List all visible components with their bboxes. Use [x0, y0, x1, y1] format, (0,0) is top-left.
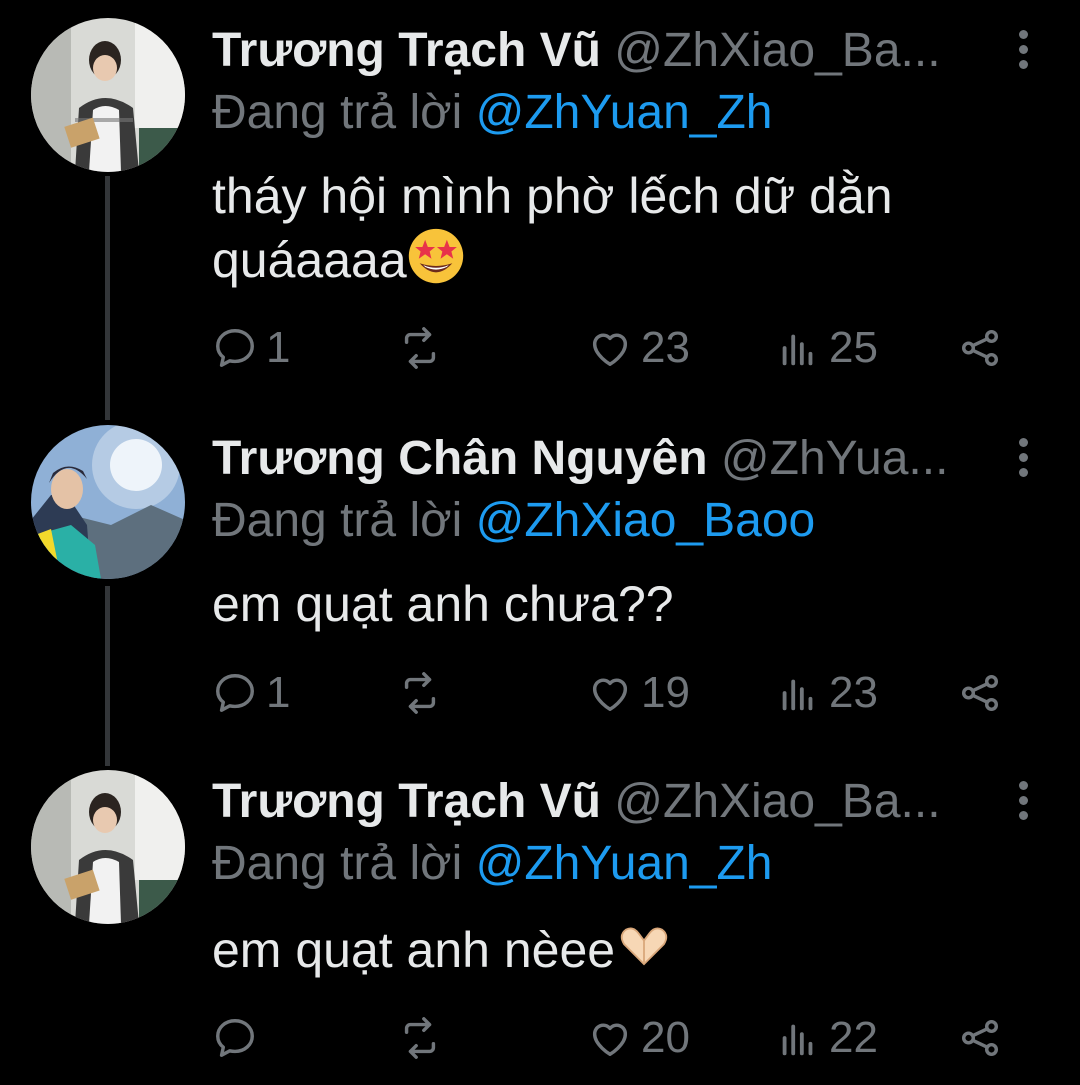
reply-mention-link[interactable]: @ZhYuan_Zh	[476, 86, 773, 139]
tweet-header: Trương Chân Nguyên @ZhYua...	[212, 430, 1040, 488]
user-handle[interactable]: @ZhYua...	[721, 432, 949, 485]
retweet-icon	[404, 672, 436, 714]
like-count: 20	[641, 1013, 690, 1062]
heart-icon	[592, 1023, 628, 1057]
reply-icon	[216, 329, 254, 367]
tweet-text-content: em quạt anh chưa??	[212, 576, 674, 632]
like-count: 19	[641, 668, 690, 717]
reply-prefix: Đang trả lời	[212, 494, 463, 547]
reply-button[interactable]	[212, 1008, 266, 1068]
tweet-text: tháy hội mình phờ lếch dữ dằn quáaaaa	[212, 165, 1012, 291]
tweet-text: em quạt anh nèee	[212, 917, 1012, 981]
views-button[interactable]: 23	[775, 663, 878, 723]
tweet-actions: 1 23 25	[212, 318, 1012, 378]
reply-context: Đang trả lời @ZhYuan_Zh	[212, 84, 773, 142]
like-button[interactable]: 23	[587, 318, 690, 378]
avatar-photo	[31, 18, 185, 172]
share-button[interactable]	[957, 663, 1003, 723]
views-button[interactable]: 22	[775, 1008, 878, 1068]
reply-count: 1	[266, 668, 291, 717]
view-count: 23	[829, 668, 878, 717]
user-handle[interactable]: @ZhXiao_Ba...	[614, 24, 940, 77]
avatar[interactable]	[31, 770, 185, 924]
tweet[interactable]: Trương Trạch Vũ @ZhXiao_Ba... Đang trả l…	[0, 0, 1080, 372]
more-options-icon[interactable]	[1016, 781, 1030, 821]
display-name[interactable]: Trương Trạch Vũ	[212, 24, 601, 77]
reply-context: Đang trả lời @ZhXiao_Baoo	[212, 492, 815, 550]
share-icon	[961, 329, 999, 367]
more-options-icon[interactable]	[1016, 438, 1030, 478]
reply-icon	[216, 674, 254, 712]
reply-mention-link[interactable]: @ZhYuan_Zh	[476, 837, 773, 890]
tweet-header: Trương Trạch Vũ @ZhXiao_Ba...	[212, 22, 1040, 80]
heart-icon	[592, 333, 628, 367]
retweet-button[interactable]	[397, 1008, 451, 1068]
user-handle[interactable]: @ZhXiao_Ba...	[614, 775, 940, 828]
heart-hands-emoji	[620, 927, 668, 966]
star-struck-emoji	[408, 228, 463, 284]
views-icon	[782, 334, 813, 366]
reply-prefix: Đang trả lời	[212, 86, 463, 139]
heart-icon	[592, 678, 628, 712]
tweet-actions: 1 19 23	[212, 663, 1012, 723]
retweet-icon	[404, 327, 436, 369]
views-icon	[782, 1024, 813, 1056]
display-name[interactable]: Trương Chân Nguyên	[212, 432, 708, 485]
reply-count: 1	[266, 323, 291, 372]
share-icon	[961, 674, 999, 712]
retweet-icon	[404, 1017, 436, 1059]
like-count: 23	[641, 323, 690, 372]
avatar-photo	[31, 770, 185, 924]
avatar-photo	[31, 425, 185, 579]
like-button[interactable]: 20	[587, 1008, 690, 1068]
views-icon	[782, 679, 813, 711]
tweet-text: em quạt anh chưa??	[212, 573, 1012, 635]
tweet-text-content: tháy hội mình phờ lếch dữ dằn quáaaaa	[212, 168, 893, 288]
like-button[interactable]: 19	[587, 663, 690, 723]
avatar[interactable]	[31, 18, 185, 172]
tweet[interactable]: Trương Chân Nguyên @ZhYua... Đang trả lờ…	[0, 400, 1080, 740]
share-button[interactable]	[957, 1008, 1003, 1068]
avatar[interactable]	[31, 425, 185, 579]
reply-button[interactable]: 1	[212, 663, 290, 723]
retweet-button[interactable]	[397, 663, 451, 723]
retweet-button[interactable]	[397, 318, 451, 378]
reply-icon	[216, 1019, 254, 1057]
tweet-actions: 20 22	[212, 1008, 1012, 1068]
share-button[interactable]	[957, 318, 1003, 378]
reply-mention-link[interactable]: @ZhXiao_Baoo	[476, 494, 816, 547]
tweet[interactable]: Trương Trạch Vũ @ZhXiao_Ba... Đang trả l…	[0, 745, 1080, 1085]
tweet-text-content: em quạt anh nèee	[212, 922, 616, 978]
views-button[interactable]: 25	[775, 318, 878, 378]
reply-button[interactable]: 1	[212, 318, 290, 378]
reply-context: Đang trả lời @ZhYuan_Zh	[212, 835, 773, 893]
reply-prefix: Đang trả lời	[212, 837, 463, 890]
more-options-icon[interactable]	[1016, 30, 1030, 70]
display-name[interactable]: Trương Trạch Vũ	[212, 775, 601, 828]
view-count: 22	[829, 1013, 878, 1062]
view-count: 25	[829, 323, 878, 372]
tweet-header: Trương Trạch Vũ @ZhXiao_Ba...	[212, 773, 1040, 831]
share-icon	[961, 1019, 999, 1057]
